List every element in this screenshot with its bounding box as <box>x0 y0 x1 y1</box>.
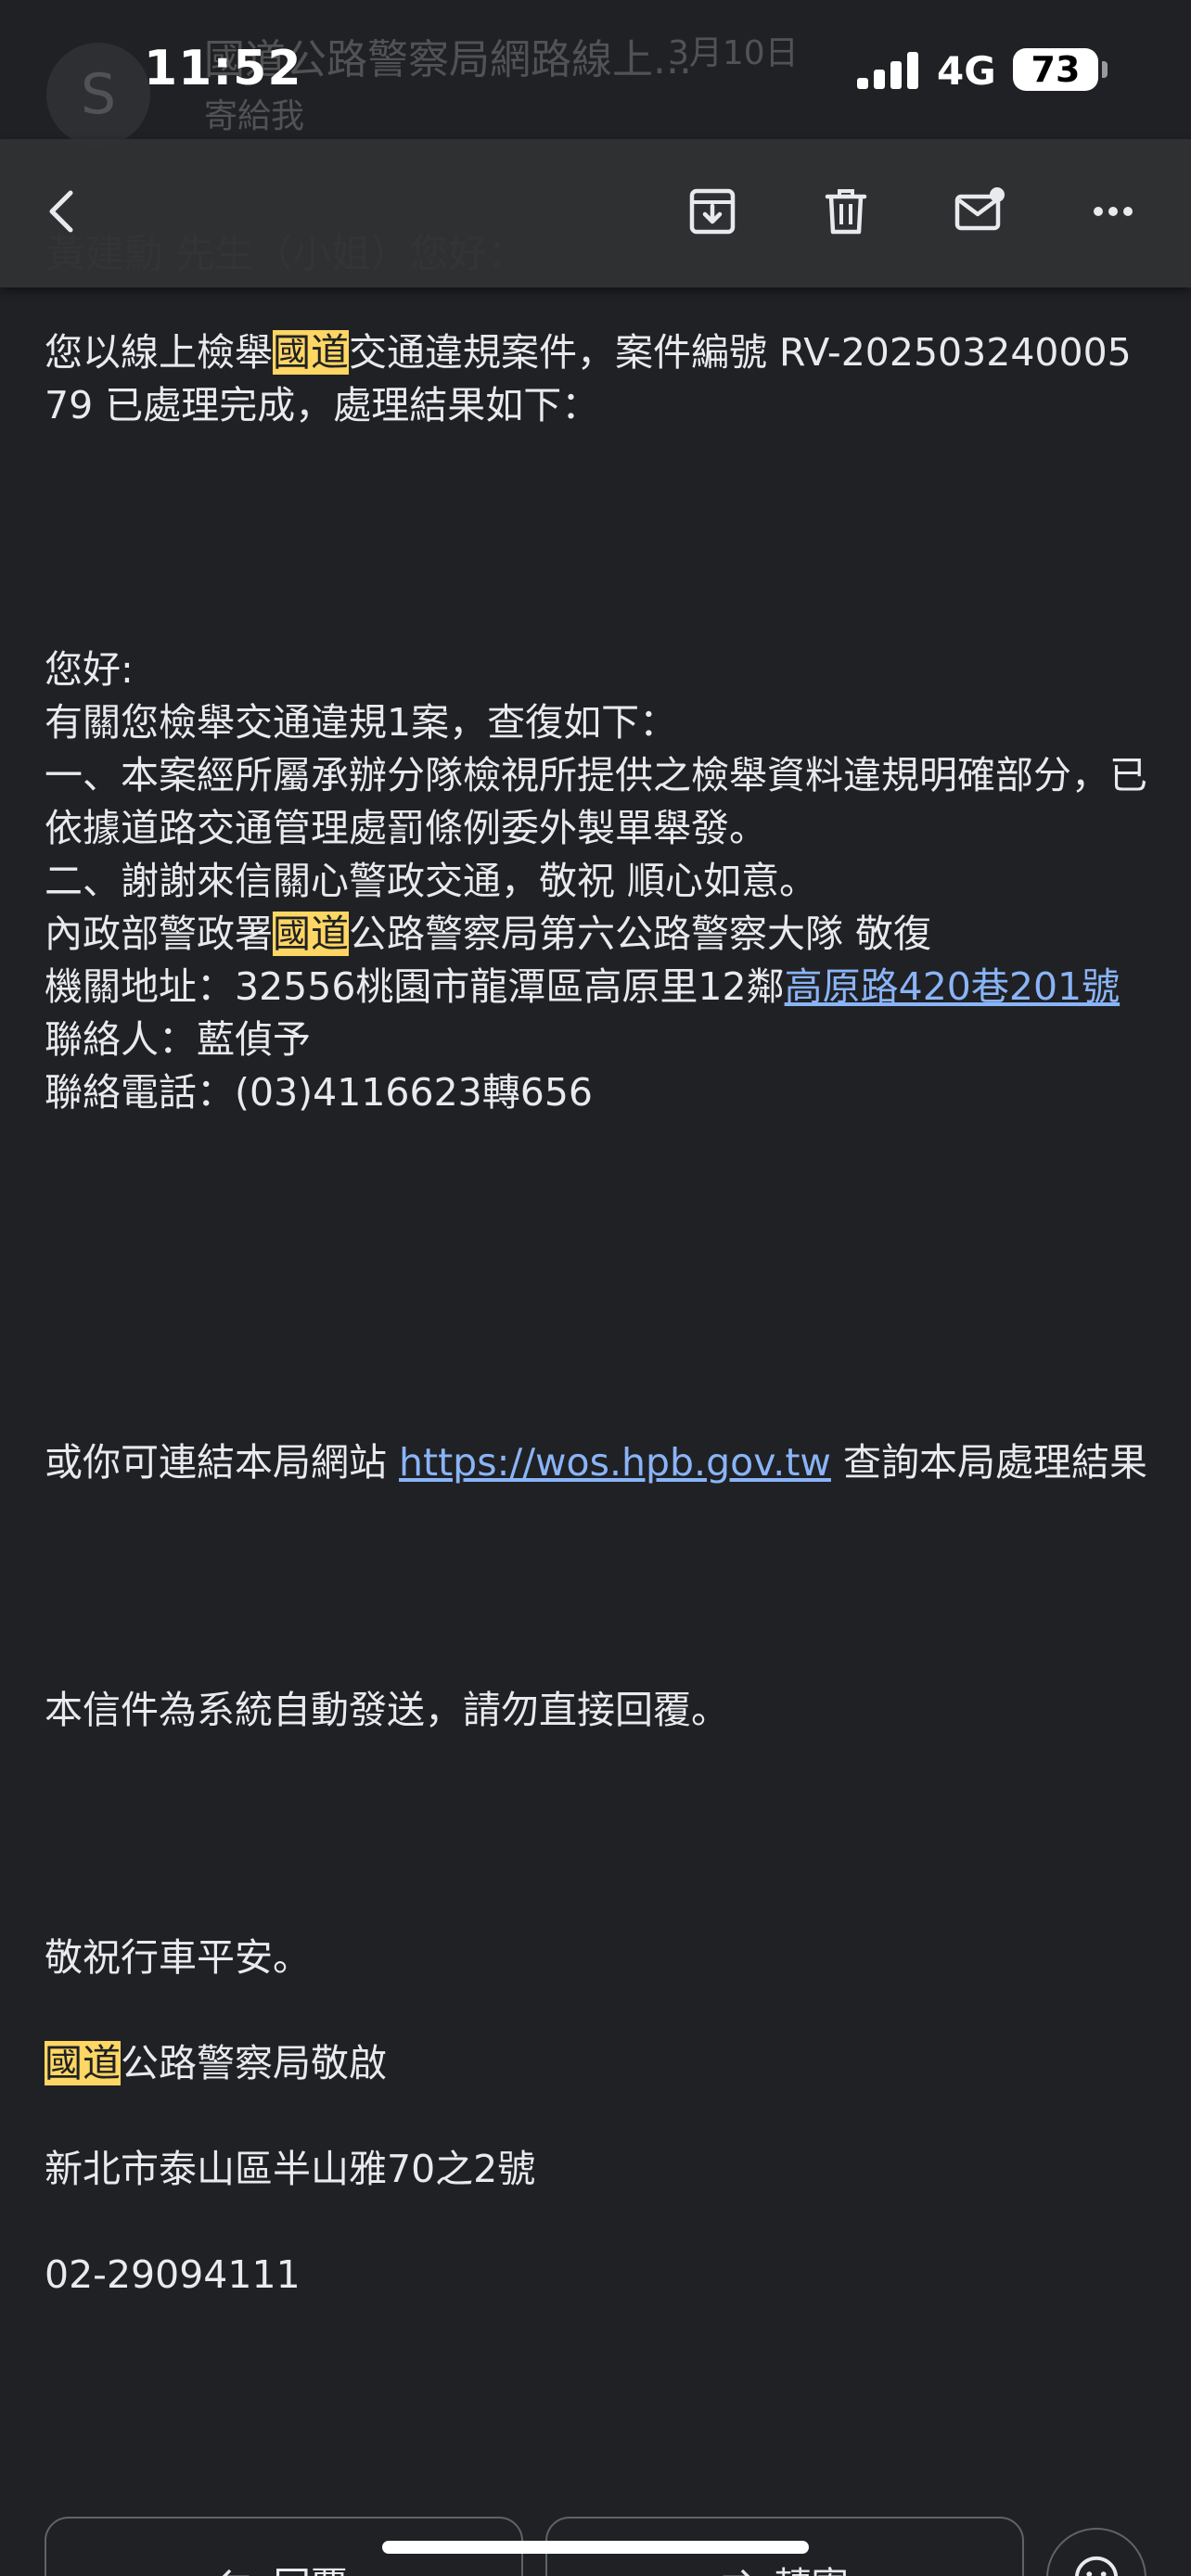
reply-greeting: 您好: <box>45 647 134 692</box>
intro-paragraph: 您以線上檢舉國道交通違規案件，案件編號 RV-20250324000579 已處… <box>45 330 1132 427</box>
back-icon[interactable] <box>26 174 100 249</box>
archive-icon[interactable] <box>675 174 749 249</box>
reply-line-3: 二、謝謝來信關心警政交通，敬祝 順心如意。 <box>45 859 818 903</box>
search-highlight: 國道 <box>273 912 349 956</box>
reply-line-1: 有關您檢舉交通違規1案，查復如下： <box>45 700 678 745</box>
website-paragraph: 或你可連結本局網站 https://wos.hpb.gov.tw 查詢本局處理結… <box>45 1440 1147 1485</box>
reply-arrow-icon: ← <box>220 2556 251 2576</box>
emoji-icon <box>1074 2556 1119 2576</box>
more-icon[interactable] <box>1076 174 1150 249</box>
search-highlight: 國道 <box>273 330 349 375</box>
reply-line-2: 一、本案經所屬承辦分隊檢視所提供之檢舉資料違規明確部分，已依據道路交通管理處罰條… <box>45 753 1147 850</box>
closing-line: 敬祝行車平安。 <box>45 1935 311 1980</box>
mark-unread-icon[interactable] <box>942 174 1017 249</box>
battery-level: 73 <box>1013 48 1098 91</box>
address-link[interactable]: 高原路420巷201號 <box>785 964 1121 1009</box>
contact-person: 聯絡人：藍偵予 <box>45 1017 311 1062</box>
auto-notice: 本信件為系統自動發送，請勿直接回覆。 <box>45 1688 729 1732</box>
email-toolbar <box>0 139 1191 287</box>
status-bar: 11:52 4G 73 <box>0 0 1191 139</box>
signature-address: 新北市泰山區半山雅70之2號 <box>45 2147 536 2191</box>
battery-cap-icon <box>1102 61 1108 78</box>
email-body: 您以線上檢舉國道交通違規案件，案件編號 RV-20250324000579 已處… <box>45 326 1148 2302</box>
signal-strength-icon <box>857 52 918 89</box>
search-highlight: 國道 <box>45 2041 121 2085</box>
signature-phone: 02-29094111 <box>45 2252 301 2297</box>
website-link[interactable]: https://wos.hpb.gov.tw <box>399 1440 831 1485</box>
status-time: 11:52 <box>144 41 302 96</box>
trash-icon[interactable] <box>809 174 883 249</box>
network-type: 4G <box>937 48 996 94</box>
signature-agency: 國道公路警察局敬啟 <box>45 2041 387 2085</box>
reply-label: 回覆 <box>274 2556 348 2576</box>
contact-phone: 聯絡電話：(03)4116623轉656 <box>45 1070 594 1115</box>
reply-line-4: 內政部警政署國道公路警察局第六公路警察大隊 敬復 <box>45 912 932 956</box>
home-indicator <box>382 2541 809 2554</box>
forward-label: 轉寄 <box>775 2556 849 2576</box>
agency-address: 機關地址：32556桃園市龍潭區高原里12鄰高原路420巷201號 <box>45 964 1121 1009</box>
forward-arrow-icon: → <box>721 2556 752 2576</box>
emoji-reaction-button[interactable] <box>1046 2528 1146 2576</box>
